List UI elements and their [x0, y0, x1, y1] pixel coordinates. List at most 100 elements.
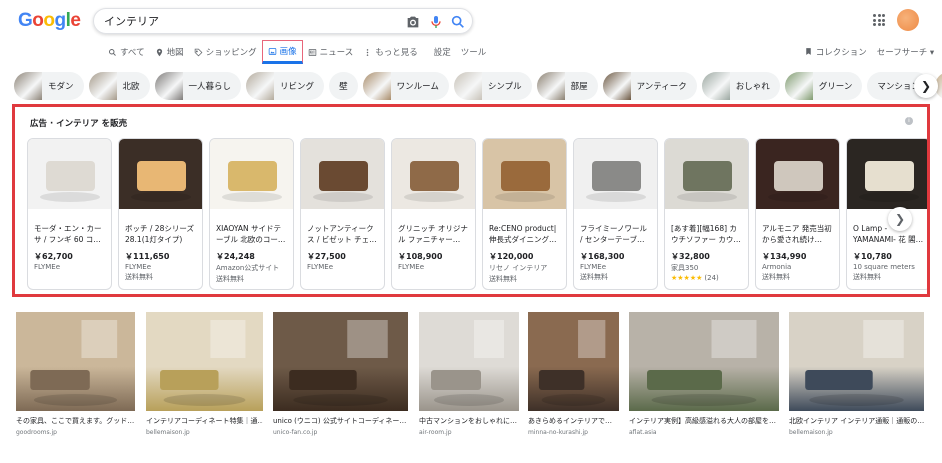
- ad-card[interactable]: [あす着][幅168] カウチソファー カウ… ￥32,800 家具350 ★★★★★…: [664, 138, 749, 290]
- chip[interactable]: アンティーク: [602, 72, 697, 100]
- product-price: ￥168,300: [580, 252, 625, 261]
- result-thumbnail: [419, 312, 519, 411]
- result-caption[interactable]: unico (ウニコ) 公式サイトコーディネー…: [273, 416, 408, 426]
- shipping-info: 送料無料: [489, 275, 517, 283]
- product-image: [210, 139, 293, 209]
- result-caption[interactable]: インテリア実例】高級感溢れる大人の部屋を…: [629, 416, 779, 426]
- avatar[interactable]: [897, 9, 919, 31]
- chip[interactable]: モダン: [14, 72, 84, 100]
- result-caption[interactable]: その家具、ここで買えます。グッド…: [16, 416, 135, 426]
- apps-grid-icon[interactable]: [873, 14, 885, 26]
- tab-maps[interactable]: 地図: [150, 40, 189, 64]
- tab-news[interactable]: ニュース: [303, 40, 359, 64]
- result-source: minna-no-kurashi.jp: [528, 429, 588, 436]
- tab-tools[interactable]: ツール: [456, 40, 492, 64]
- search-box[interactable]: [93, 8, 473, 34]
- more-vert-icon: [366, 48, 369, 56]
- product-price: ￥32,800: [671, 252, 710, 261]
- collections-link[interactable]: コレクション: [804, 46, 867, 58]
- map-pin-icon: [156, 48, 162, 56]
- chip-thumbnail: [602, 72, 631, 100]
- image-result[interactable]: インテリア実例】高級感溢れる大人の部屋を… aflat.asia: [629, 312, 779, 436]
- ad-card[interactable]: XIAOYAN サイドテーブル 北欧のコー… ￥24,248 Amazon公式サイト…: [209, 138, 294, 290]
- shipping-info: 送料無料: [853, 273, 881, 281]
- result-source: goodrooms.jp: [16, 429, 57, 436]
- product-image: [119, 139, 202, 209]
- result-caption[interactable]: あきらめるインテリアで…: [528, 416, 619, 426]
- tab-more[interactable]: もっと見る: [358, 40, 423, 64]
- image-result[interactable]: あきらめるインテリアで… minna-no-kurashi.jp: [528, 312, 619, 436]
- merchant-name: FLYMEe: [34, 263, 61, 271]
- ad-card[interactable]: アルモニア 発売当初から愛され続け… ￥134,990 Armonia 送料無料: [755, 138, 840, 290]
- camera-icon[interactable]: [405, 14, 421, 30]
- search-icon: [109, 48, 116, 56]
- tab-all[interactable]: すべて: [103, 40, 150, 64]
- search-icon[interactable]: [450, 14, 466, 30]
- info-icon[interactable]: i: [905, 117, 913, 125]
- shipping-info: 送料無料: [125, 273, 153, 281]
- ads-title: 広告 · インテリア を販売: [30, 119, 128, 129]
- ad-card[interactable]: ノットアンティークス / ビゼット チェ… ￥27,500 FLYMEe: [300, 138, 385, 290]
- chip-label: リビング: [280, 82, 315, 92]
- merchant-name: FLYMEe: [307, 263, 334, 271]
- result-thumbnail: [273, 312, 408, 411]
- chip[interactable]: グリーン: [784, 72, 863, 100]
- chip-thumbnail: [154, 72, 183, 100]
- safe-search-toggle[interactable]: セーフサーチ ▾: [877, 46, 934, 58]
- chip[interactable]: リビング: [246, 72, 325, 100]
- chevron-right-icon[interactable]: ❯: [914, 74, 938, 98]
- result-thumbnail: [146, 312, 263, 411]
- product-price: ￥27,500: [307, 252, 346, 261]
- result-thumbnail: [629, 312, 779, 411]
- chevron-right-icon[interactable]: ❯: [888, 207, 912, 231]
- review-count: (24): [704, 274, 719, 282]
- merchant-name: FLYMEe: [580, 263, 607, 271]
- related-search-chips: モダン 北欧 一人暮らし リビング 壁 ワンルーム シンプル 部屋 アンティーク おしゃれ グリーン…: [14, 72, 942, 100]
- product-name: フライミーノワール / センターテーブ…: [580, 224, 648, 244]
- ad-card[interactable]: モーダ・エン・カーサ / フンギ 60 コ… ￥62,700 FLYMEe: [27, 138, 112, 290]
- ad-card[interactable]: グリニッチ オリジナル ファニチャー… ￥108,900 FLYMEe: [391, 138, 476, 290]
- ad-card[interactable]: ボッチ / 28シリーズ 28.1(1灯タイプ) ￥111,650 FLYMEe 送料…: [118, 138, 203, 290]
- chip[interactable]: 部屋: [536, 72, 598, 100]
- result-source: air-room.jp: [419, 429, 452, 436]
- product-price: ￥134,990: [762, 252, 807, 261]
- tab-shopping[interactable]: ショッピング: [189, 40, 262, 64]
- chip[interactable]: 北欧: [88, 72, 150, 100]
- chip-label: シンプル: [487, 82, 522, 92]
- product-name: グリニッチ オリジナル ファニチャー…: [398, 224, 468, 244]
- image-result[interactable]: インテリアコーディネート特集｜通… bellemaison.jp: [146, 312, 263, 436]
- chip[interactable]: 一人暮らし: [154, 72, 242, 100]
- ad-card[interactable]: Re:CENO product|伸長式ダイニング… ￥120,000 リセノ インテ…: [482, 138, 567, 290]
- merchant-name: Armonia: [762, 263, 792, 271]
- chip[interactable]: おしゃれ: [701, 72, 780, 100]
- result-caption[interactable]: インテリアコーディネート特集｜通…: [146, 416, 263, 426]
- chip[interactable]: 壁: [329, 72, 358, 100]
- tab-images[interactable]: 画像: [261, 40, 303, 64]
- rating-stars: ★★★★★: [671, 274, 703, 282]
- image-result[interactable]: その家具、ここで買えます。グッド… goodrooms.jp: [16, 312, 135, 436]
- image-result[interactable]: 北欧インテリア インテリア通販｜通販の… bellemaison.jp: [789, 312, 924, 436]
- result-source: unico-fan.co.jp: [273, 429, 318, 436]
- header-right-tools: コレクション セーフサーチ ▾: [804, 46, 934, 58]
- collections-label: コレクション: [815, 48, 867, 58]
- tab-settings[interactable]: 設定: [429, 40, 456, 64]
- tab-label: もっと見る: [375, 48, 418, 58]
- tab-label: ショッピング: [205, 48, 257, 58]
- shopping-ads-panel: 広告 · インテリア を販売 i モーダ・エン・カーサ / フンギ 60 コ… ￥…: [12, 104, 930, 297]
- chip-thumbnail: [362, 72, 391, 100]
- chip-thumbnail: [14, 72, 42, 100]
- ad-card[interactable]: フライミーノワール / センターテーブ… ￥168,300 FLYMEe 送料無料: [573, 138, 658, 290]
- result-caption[interactable]: 北欧インテリア インテリア通販｜通販の…: [789, 416, 924, 426]
- chip[interactable]: シンプル: [453, 72, 532, 100]
- image-result[interactable]: 中古マンションをおしゃれに… air-room.jp: [419, 312, 519, 436]
- product-image: [28, 139, 111, 209]
- product-image: [392, 139, 475, 209]
- product-name: ノットアンティークス / ビゼット チェ…: [307, 224, 377, 244]
- image-result[interactable]: unico (ウニコ) 公式サイトコーディネー… unico-fan.co.jp: [273, 312, 408, 436]
- search-input[interactable]: [104, 13, 384, 29]
- microphone-icon[interactable]: [428, 14, 444, 30]
- google-logo[interactable]: Google: [18, 10, 81, 32]
- merchant-name: リセノ インテリア: [489, 264, 548, 272]
- result-caption[interactable]: 中古マンションをおしゃれに…: [419, 416, 519, 426]
- chip[interactable]: ワンルーム: [362, 72, 449, 100]
